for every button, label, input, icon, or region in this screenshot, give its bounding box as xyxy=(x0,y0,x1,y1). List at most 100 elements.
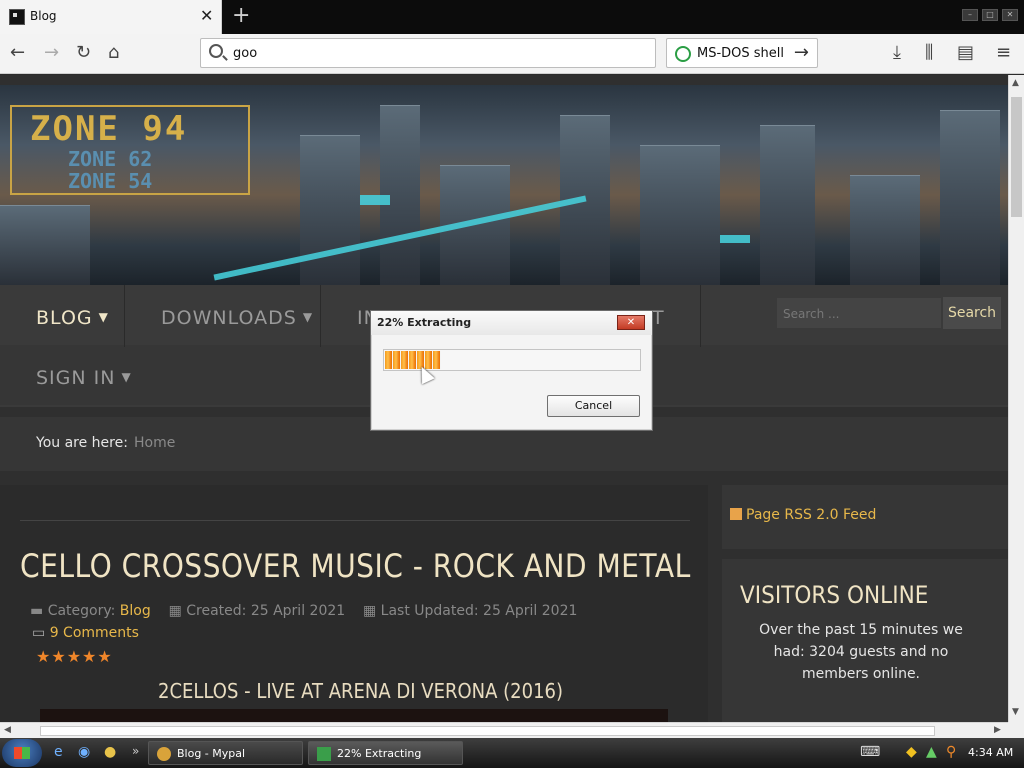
menu-hamburger-icon[interactable]: ≡ xyxy=(996,42,1011,64)
back-icon[interactable]: ← xyxy=(10,42,25,64)
rss-icon xyxy=(730,508,742,520)
browser-tab[interactable]: Blog ✕ xyxy=(0,0,222,34)
chrome-icon[interactable]: ● xyxy=(104,744,116,760)
horizontal-scroll-thumb[interactable] xyxy=(40,726,935,736)
horizontal-scrollbar[interactable]: ◀ ▶ xyxy=(0,722,1008,738)
video-title: 2CELLOS - LIVE AT ARENA DI VERONA (2016) xyxy=(158,679,564,703)
header-banner: ZONE 94 ZONE 62 ZONE 54 xyxy=(0,85,1008,285)
clock[interactable]: 4:34 AM xyxy=(968,746,1013,759)
downloads-icon[interactable]: ⤓ xyxy=(893,42,901,64)
menu-item-downloads[interactable]: DOWNLOADS ▼ xyxy=(161,307,313,329)
ie-icon[interactable]: e xyxy=(54,744,63,760)
banner-building xyxy=(760,125,815,285)
shield-icon[interactable]: ◆ xyxy=(906,744,917,760)
quicklaunch-more-icon[interactable]: » xyxy=(132,744,139,758)
menu-item-blog[interactable]: BLOG ▼ xyxy=(36,307,109,329)
explorer-icon[interactable]: ◉ xyxy=(78,744,90,760)
rss-feed-link[interactable]: Page RSS 2.0 Feed xyxy=(730,507,876,523)
caret-down-icon: ▼ xyxy=(98,310,109,324)
search-engine-text: MS-DOS shell xyxy=(697,46,785,61)
visitors-title: VISITORS ONLINE xyxy=(740,581,929,609)
sidebar: Page RSS 2.0 Feed VISITORS ONLINE Over t… xyxy=(708,485,1008,722)
rss-label: Page RSS 2.0 Feed xyxy=(746,507,877,523)
calendar-icon: ▦ xyxy=(168,603,182,619)
vertical-scrollbar[interactable]: ▲ ▼ xyxy=(1008,75,1024,722)
category-link[interactable]: Blog xyxy=(120,603,151,619)
logo-line-2: ZONE 62 xyxy=(68,147,153,171)
visitors-text: Over the past 15 minutes we had: 3204 gu… xyxy=(759,622,963,682)
archive-icon xyxy=(317,747,331,761)
site-favicon-icon xyxy=(9,9,25,25)
address-bar[interactable]: goo xyxy=(200,38,656,68)
taskbar-task-browser[interactable]: Blog - Mypal xyxy=(148,741,303,765)
comments-link[interactable]: ▭ 9 Comments xyxy=(32,625,139,641)
breadcrumb-label: You are here: xyxy=(36,435,128,451)
search-tray-icon[interactable]: ⚲ xyxy=(946,744,956,760)
article-meta: ▬ Category: Blog ▦ Created: 25 April 202… xyxy=(30,603,577,619)
address-text: goo xyxy=(233,46,258,61)
banner-building xyxy=(0,205,90,285)
article-main: CELLO CROSSOVER MUSIC - ROCK AND METAL ▬… xyxy=(0,485,708,722)
banner-light xyxy=(360,195,390,205)
windows-taskbar: e ◉ ● » Blog - Mypal 22% Extracting ⌨ ◆ … xyxy=(0,738,1024,768)
banner-building xyxy=(300,135,360,285)
site-logo[interactable]: ZONE 94 ZONE 62 ZONE 54 xyxy=(10,105,250,195)
banner-building xyxy=(940,110,1000,285)
folder-icon: ▬ xyxy=(30,603,44,619)
banner-light xyxy=(720,235,750,243)
go-arrow-icon[interactable]: → xyxy=(794,42,809,63)
scroll-left-icon[interactable]: ◀ xyxy=(4,725,11,735)
menu-divider xyxy=(124,285,125,347)
sidebar-toggle-icon[interactable]: ▤ xyxy=(957,42,974,64)
keyboard-icon[interactable]: ⌨ xyxy=(860,744,880,760)
scroll-up-icon[interactable]: ▲ xyxy=(1012,78,1019,88)
menu-item-contact[interactable]: T xyxy=(652,307,665,329)
reload-icon[interactable]: ↻ xyxy=(76,42,91,64)
extract-progress-fill xyxy=(385,351,441,369)
window-close-icon[interactable]: ✕ xyxy=(1002,9,1018,21)
caret-down-icon: ▼ xyxy=(302,310,314,324)
taskbar-task-label: 22% Extracting xyxy=(337,747,422,760)
site-search-input[interactable]: Search ... xyxy=(776,297,942,329)
breadcrumb-home-link[interactable]: Home xyxy=(134,435,175,451)
library-icon[interactable]: ⫼ xyxy=(925,42,933,64)
comments-count: 9 Comments xyxy=(49,625,139,641)
updated-date: Last Updated: 25 April 2021 xyxy=(380,603,578,619)
category-label: Category: xyxy=(47,603,116,619)
forward-icon[interactable]: → xyxy=(44,42,59,64)
article-divider xyxy=(20,520,690,521)
created-date: Created: 25 April 2021 xyxy=(186,603,346,619)
caret-down-icon: ▼ xyxy=(121,370,132,384)
dialog-close-button[interactable]: ✕ xyxy=(617,315,645,330)
cancel-button[interactable]: Cancel xyxy=(547,395,640,417)
article-title[interactable]: CELLO CROSSOVER MUSIC - ROCK AND METAL xyxy=(20,547,691,585)
window-controls: – □ ✕ xyxy=(962,9,1018,21)
new-tab-icon[interactable]: + xyxy=(232,3,250,28)
minimize-icon[interactable]: – xyxy=(962,9,978,21)
search-engine-box[interactable]: MS-DOS shell → xyxy=(666,38,818,68)
start-button[interactable] xyxy=(2,739,42,767)
home-icon[interactable]: ⌂ xyxy=(108,42,119,64)
search-engine-icon xyxy=(675,46,691,62)
browser-tab-bar: Blog ✕ + – □ ✕ xyxy=(0,0,1024,34)
extract-dialog: 22% Extracting ✕ Cancel xyxy=(370,310,653,431)
menu-item-sign-in[interactable]: SIGN IN ▼ xyxy=(36,367,132,389)
taskbar-task-extract[interactable]: 22% Extracting xyxy=(308,741,463,765)
dialog-titlebar[interactable]: 22% Extracting ✕ xyxy=(371,311,652,335)
menu-divider xyxy=(700,285,701,347)
close-tab-icon[interactable]: ✕ xyxy=(200,6,213,25)
site-search-placeholder: Search ... xyxy=(783,307,840,321)
search-icon xyxy=(209,44,223,58)
site-search-button[interactable]: Search xyxy=(943,297,1001,329)
comment-icon: ▭ xyxy=(32,625,46,641)
vertical-scroll-thumb[interactable] xyxy=(1011,97,1022,217)
network-icon[interactable]: ▲ xyxy=(926,744,937,760)
mypal-icon xyxy=(157,747,171,761)
maximize-icon[interactable]: □ xyxy=(982,9,998,21)
star-rating[interactable]: ★★★★★ xyxy=(36,647,113,666)
scroll-down-icon[interactable]: ▼ xyxy=(1012,707,1019,717)
scrollbar-corner xyxy=(1008,722,1024,738)
logo-line-3: ZONE 54 xyxy=(68,169,153,193)
scroll-right-icon[interactable]: ▶ xyxy=(994,725,1001,735)
video-embed[interactable] xyxy=(40,709,668,722)
